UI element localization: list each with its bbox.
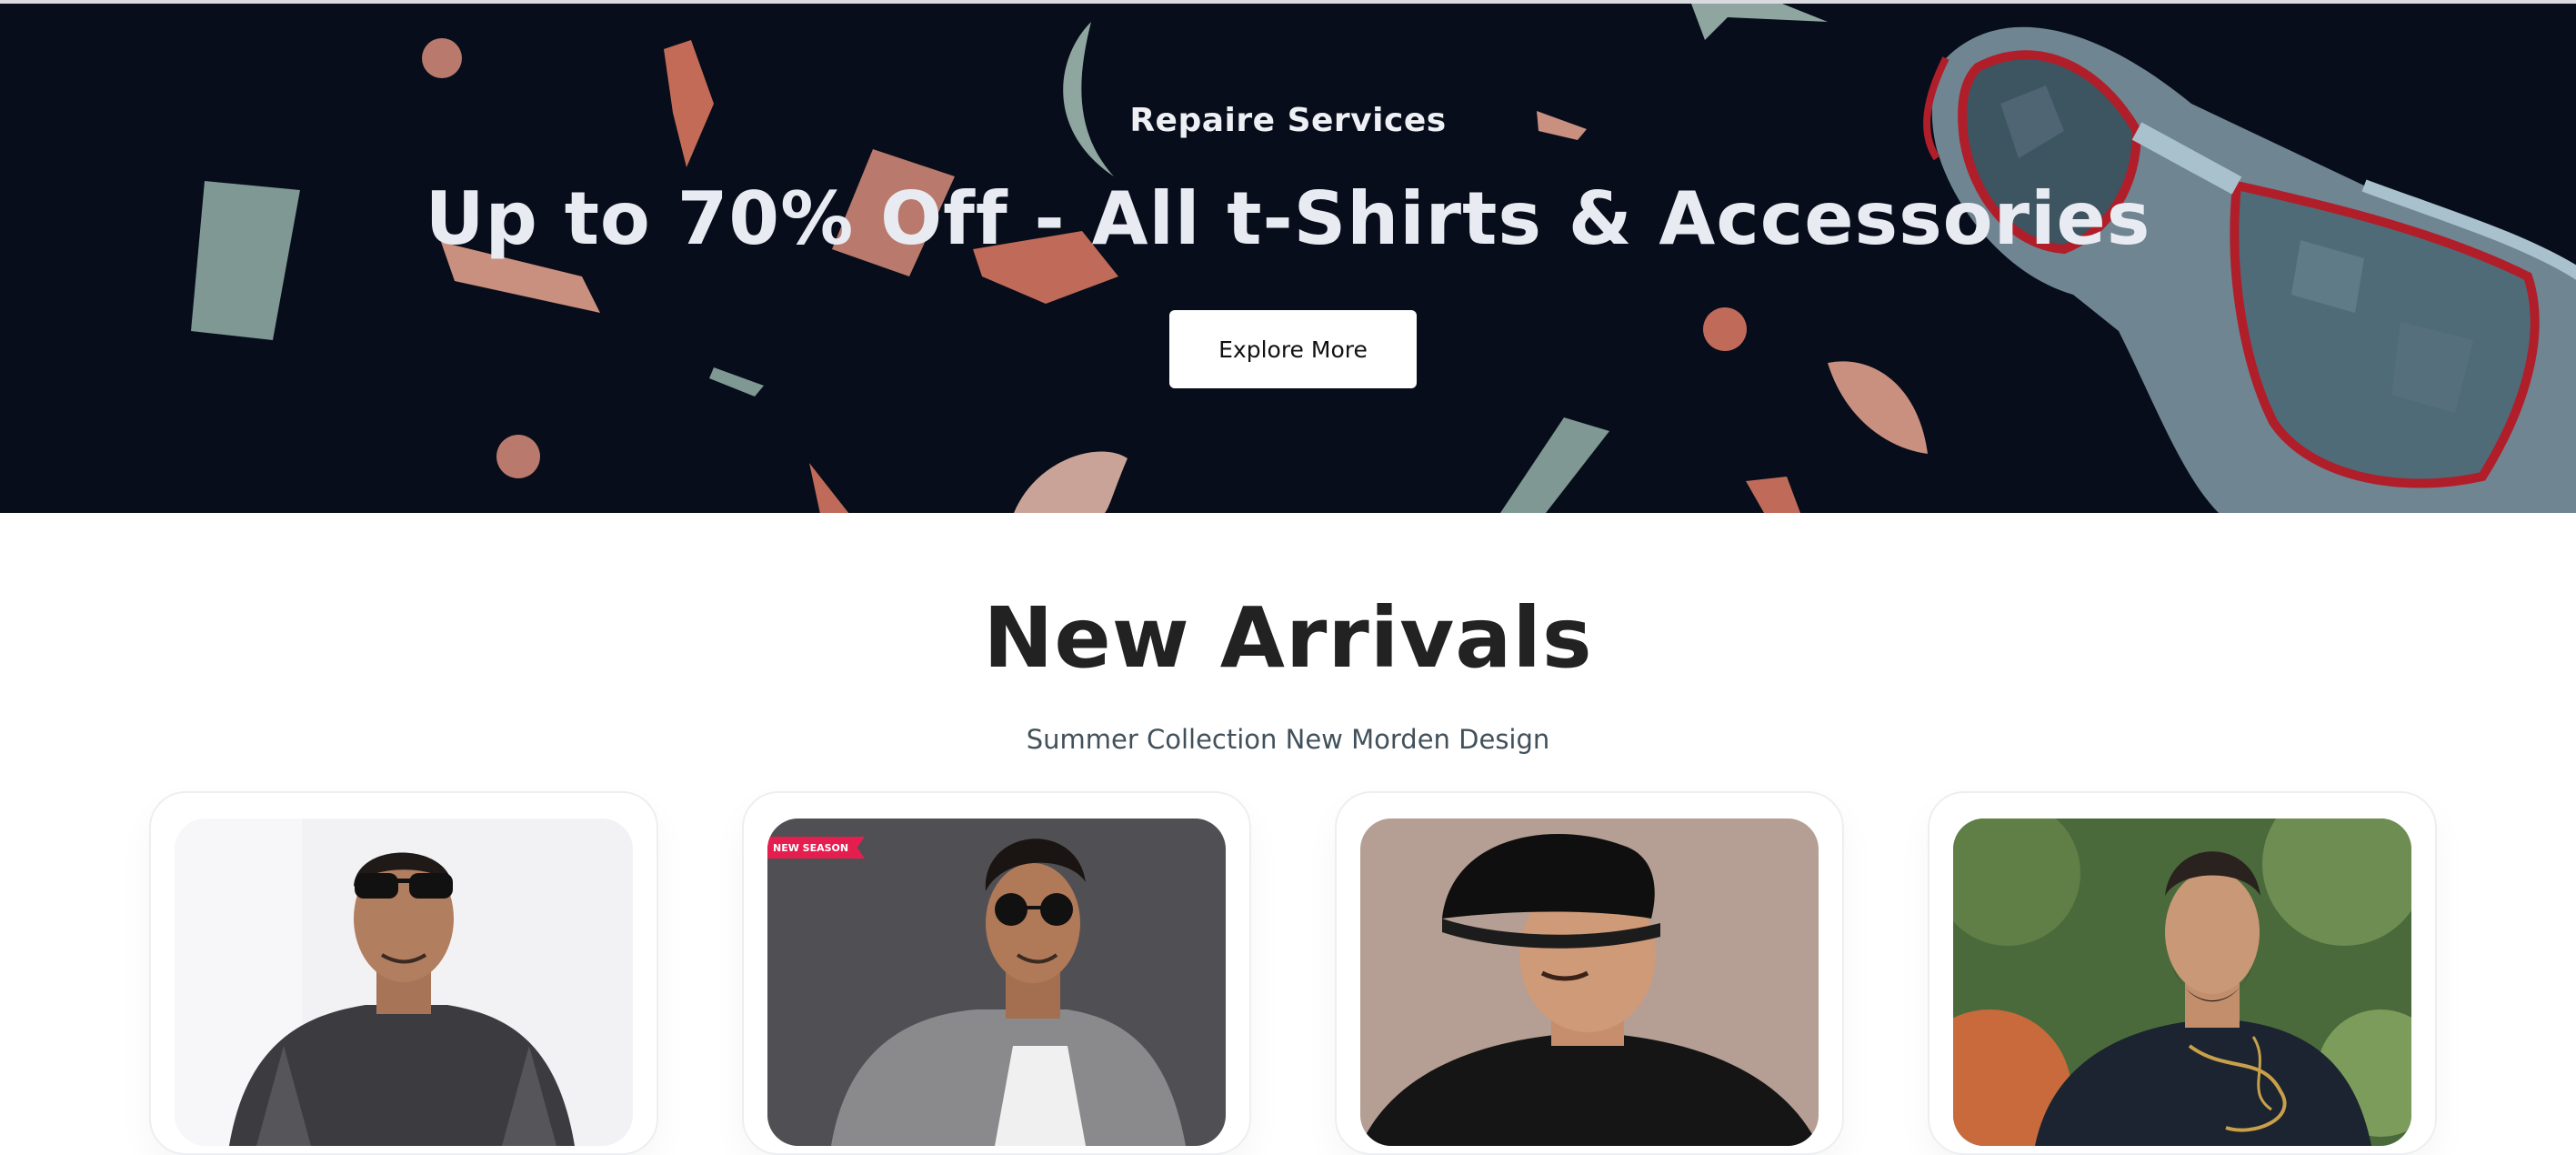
product-card[interactable] bbox=[1335, 791, 1844, 1155]
promo-banner: Repaire Services Up to 70% Off - All t-S… bbox=[0, 4, 2576, 513]
explore-more-button[interactable]: Explore More bbox=[1169, 310, 1417, 388]
banner-kicker: Repaire Services bbox=[1129, 102, 1447, 139]
banner-title: Up to 70% Off - All t-Shirts & Accessori… bbox=[425, 176, 2151, 261]
product-image[interactable] bbox=[175, 819, 633, 1146]
product-card[interactable] bbox=[1928, 791, 2437, 1155]
product-image[interactable]: NEW SEASON bbox=[767, 819, 1226, 1146]
section-title: New Arrivals bbox=[983, 589, 1593, 687]
product-card[interactable]: NEW SEASON bbox=[742, 791, 1251, 1155]
product-card[interactable] bbox=[149, 791, 658, 1155]
product-image[interactable] bbox=[1360, 819, 1819, 1146]
new-season-badge: NEW SEASON bbox=[767, 837, 866, 859]
product-image[interactable] bbox=[1953, 819, 2411, 1146]
section-subtitle: Summer Collection New Morden Design bbox=[1026, 724, 1550, 755]
